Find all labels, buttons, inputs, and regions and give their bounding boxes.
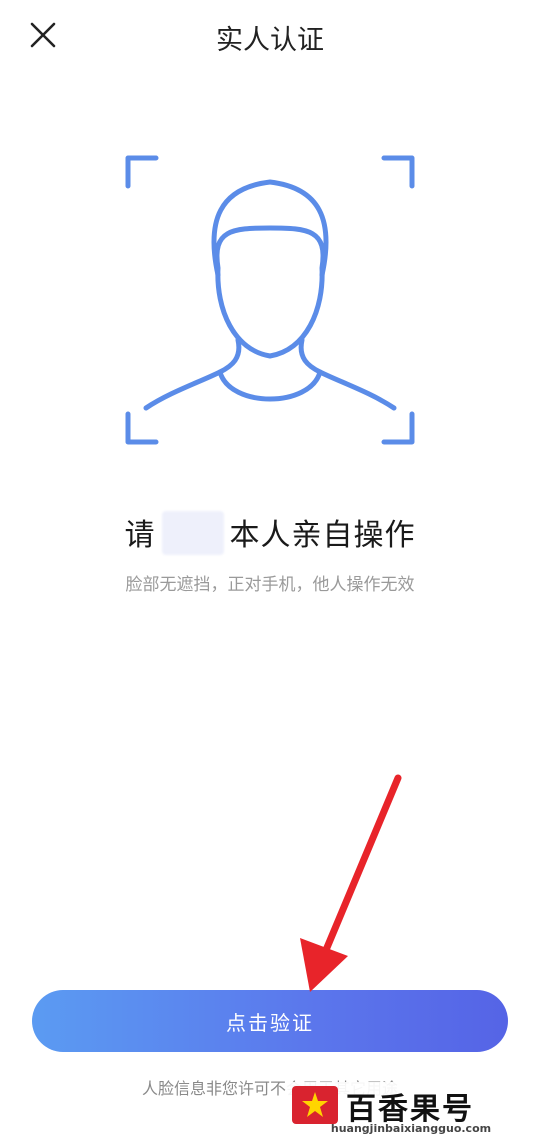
frame-corner-top-right: [381, 155, 415, 189]
shoulder-right: [298, 337, 397, 411]
instruction-headline: 请 本人亲自操作: [0, 510, 540, 559]
watermark-logo: [292, 1086, 338, 1124]
collar: [217, 369, 323, 402]
shoulder-left: [143, 337, 242, 411]
watermark: 百香果号 huangjinbaixiangguo.com: [286, 1082, 536, 1136]
redacted-name: [161, 510, 224, 555]
red-arrow-icon: [300, 774, 402, 992]
brand-logo-icon: [302, 1092, 328, 1117]
headline-suffix: 本人亲自操作: [229, 518, 416, 553]
headline-prefix: 请: [124, 518, 156, 553]
verify-button[interactable]: 点击验证: [32, 990, 508, 1052]
frame-corner-top-left: [125, 155, 159, 189]
annotation-arrow: [290, 770, 420, 1004]
instruction-hint: 脸部无遮挡，正对手机，他人操作无效: [125, 575, 415, 595]
watermark-url: huangjinbaixiangguo.com: [330, 1122, 492, 1135]
face-scan-icon: [125, 155, 415, 445]
page-title: 实人认证: [216, 25, 324, 56]
face-scan-illustration: [120, 150, 420, 454]
frame-corner-bottom-left: [125, 411, 159, 445]
face-outline: [214, 225, 326, 359]
frame-corner-bottom-right: [381, 411, 415, 445]
